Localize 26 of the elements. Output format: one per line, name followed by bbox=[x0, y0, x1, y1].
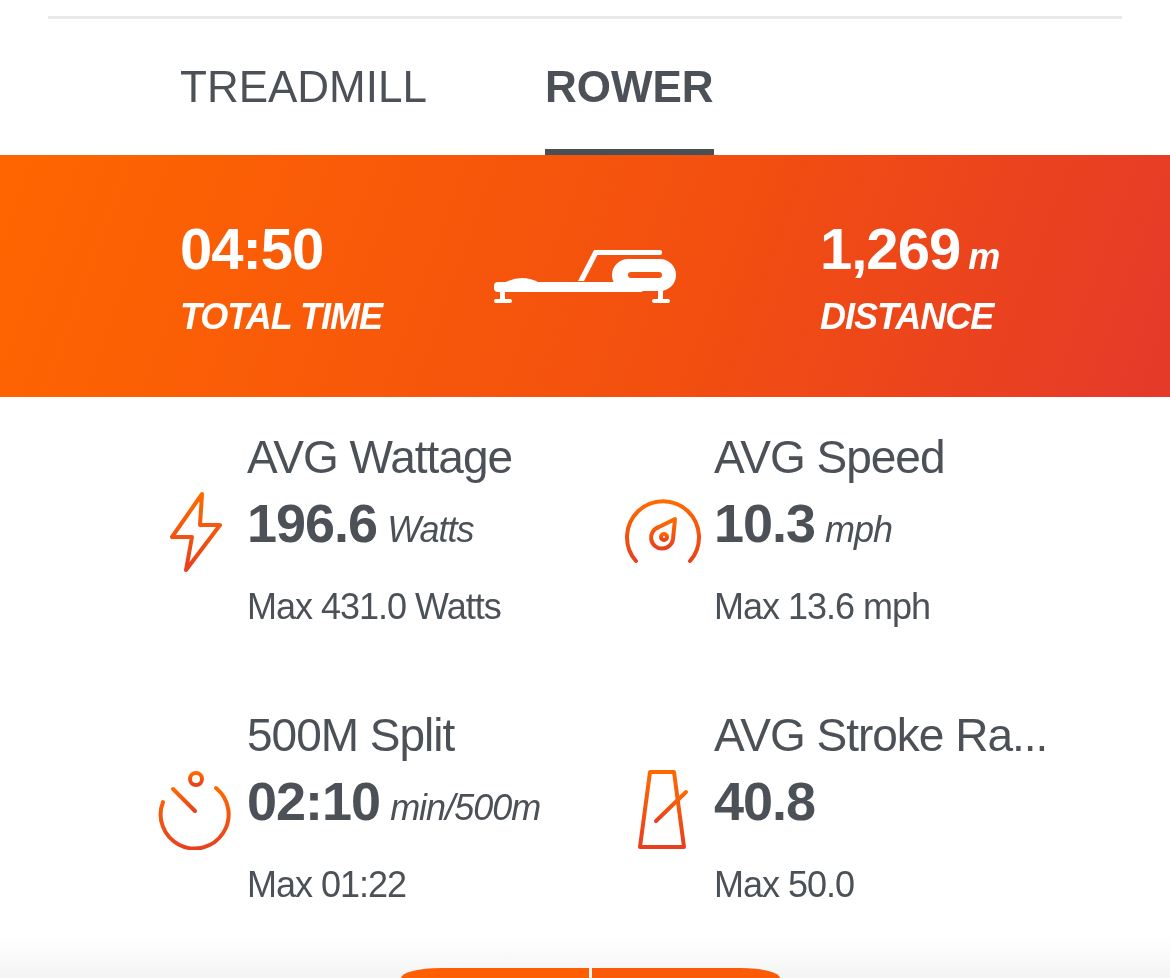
metronome-icon bbox=[636, 769, 690, 851]
stat-value: 196.6 bbox=[247, 492, 378, 554]
stat-value: 02:10 bbox=[247, 770, 381, 832]
max-value: Max 431.0 Watts bbox=[247, 585, 502, 629]
stat-label: AVG Stroke Ra... bbox=[714, 708, 1049, 763]
stat-label: AVG Wattage bbox=[247, 430, 514, 485]
unit-label: mph bbox=[825, 509, 893, 551]
stat-value: 10.3 bbox=[714, 492, 816, 554]
stat-label: AVG Speed bbox=[714, 430, 946, 485]
stat-label: 500M Split bbox=[247, 708, 456, 763]
unit-label: min/500m bbox=[390, 787, 541, 829]
action-button[interactable] bbox=[591, 968, 780, 978]
action-button[interactable] bbox=[400, 968, 589, 978]
max-value: Max 01:22 bbox=[247, 863, 408, 907]
rowing-machine-icon bbox=[492, 247, 678, 305]
time-label: TOTAL TIME bbox=[180, 295, 385, 338]
unit-label: m bbox=[968, 235, 1000, 277]
distance-label: DISTANCE bbox=[820, 295, 996, 338]
stat-value: 40.8 bbox=[714, 770, 816, 832]
lightning-icon bbox=[168, 491, 224, 573]
max-value: Max 50.0 bbox=[714, 863, 856, 907]
tab[interactable]: TREADMILL bbox=[180, 19, 427, 155]
time-value: 04:50 bbox=[180, 215, 324, 281]
max-value: Max 13.6 mph bbox=[714, 585, 932, 629]
distance-value: 1,269 bbox=[820, 215, 961, 281]
unit-label: Watts bbox=[387, 509, 474, 551]
